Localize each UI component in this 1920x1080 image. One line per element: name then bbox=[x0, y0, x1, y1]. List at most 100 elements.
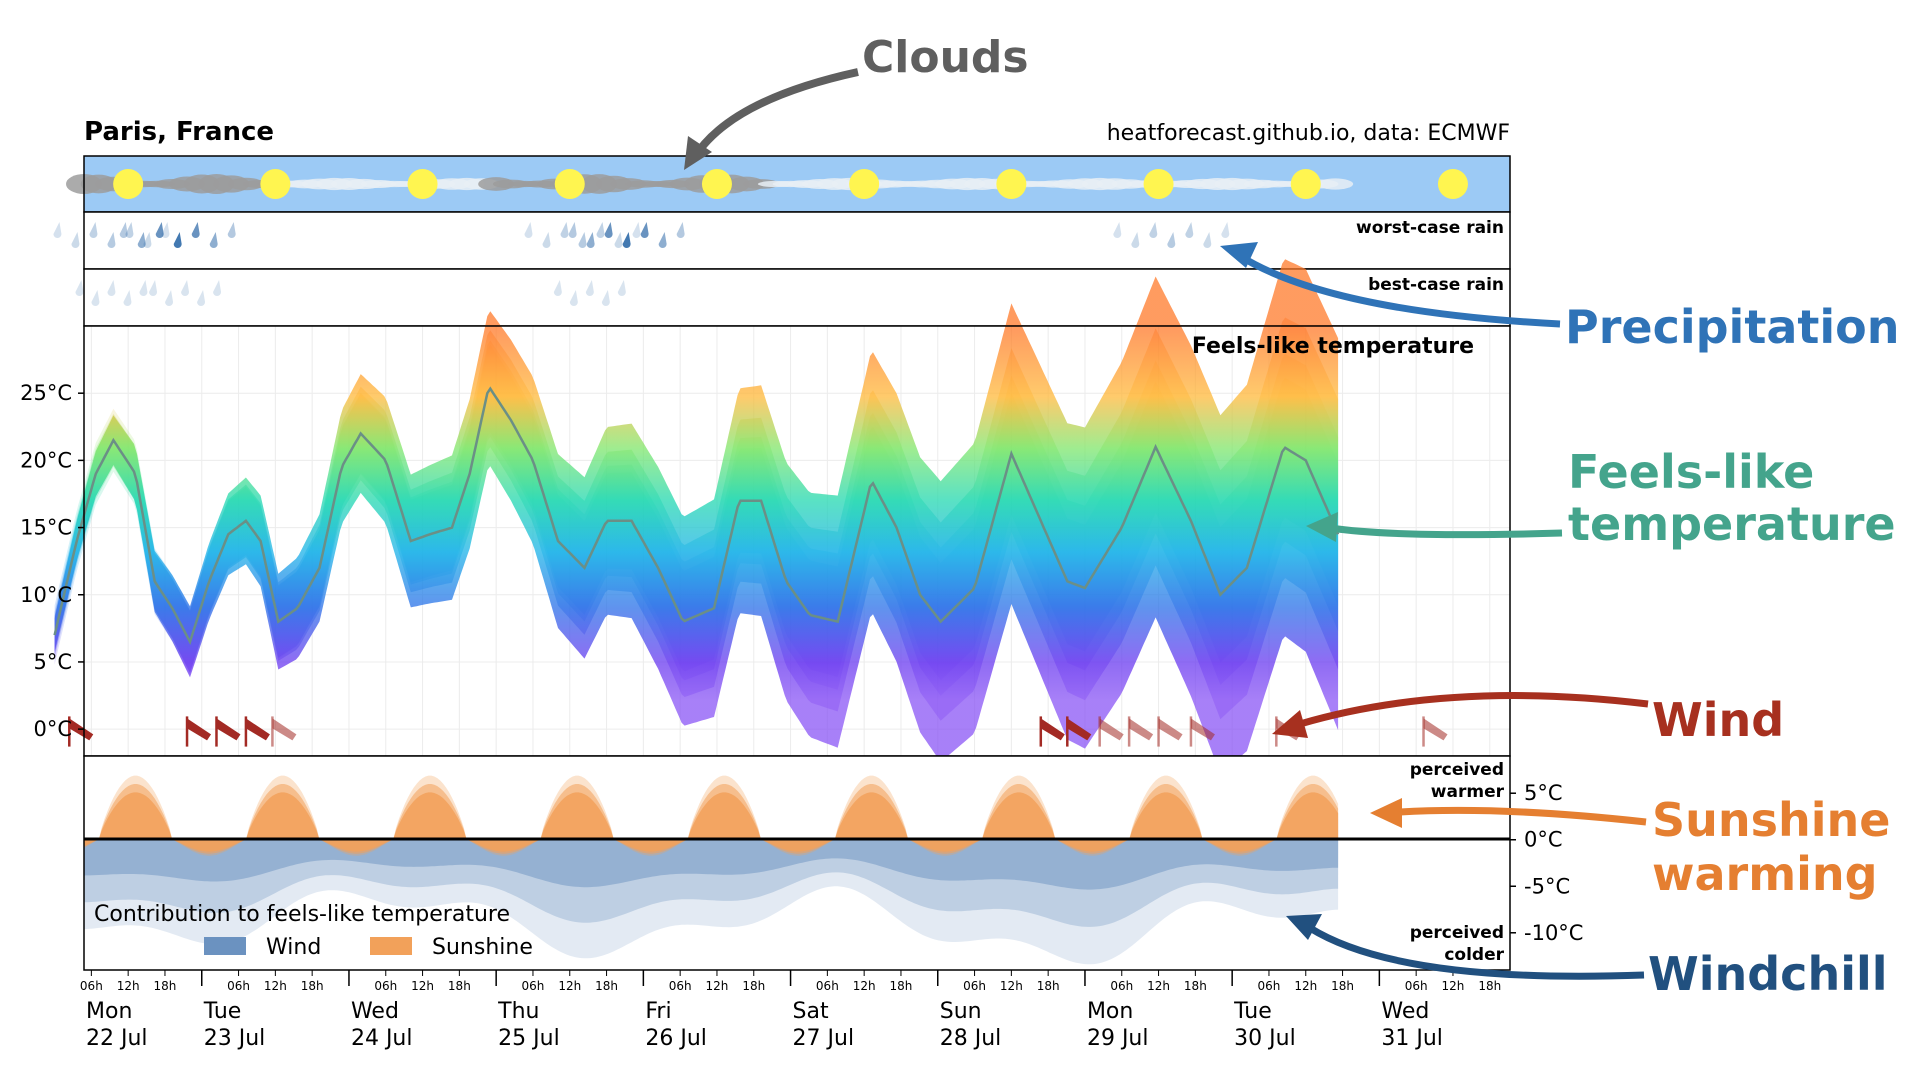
sun-icon bbox=[849, 169, 880, 199]
sun-icon bbox=[1290, 169, 1321, 199]
x-hour-label: 06h bbox=[1110, 979, 1133, 993]
x-hour-label: 18h bbox=[448, 979, 471, 993]
x-date-label: 22 Jul bbox=[86, 1026, 148, 1051]
x-day-label: Thu bbox=[497, 999, 539, 1024]
legend-sunshine-swatch bbox=[370, 937, 412, 955]
sun-icon bbox=[113, 169, 144, 199]
x-hour-label: 18h bbox=[595, 979, 618, 993]
callout-precip: Precipitation bbox=[1565, 300, 1899, 354]
callout-sunshine-1: Sunshine bbox=[1652, 793, 1890, 847]
x-hour-label: 06h bbox=[1405, 979, 1428, 993]
x-day-label: Tue bbox=[203, 999, 242, 1024]
sun-icon bbox=[996, 169, 1027, 199]
x-hour-label: 12h bbox=[411, 979, 434, 993]
x-hour-label: 06h bbox=[80, 979, 103, 993]
arrow-clouds bbox=[690, 68, 859, 161]
y-tick-label: 15°C bbox=[20, 516, 72, 540]
sun-icon bbox=[1143, 169, 1174, 199]
contrib-axis-ticks: 5°C 0°C -5°C -10°C bbox=[1510, 781, 1583, 945]
y-tick-label: 5°C bbox=[33, 650, 72, 674]
y-tick-label: 0°C bbox=[33, 717, 72, 741]
x-date-label: 31 Jul bbox=[1381, 1026, 1443, 1051]
x-day-label: Mon bbox=[86, 999, 132, 1024]
x-hour-label: 12h bbox=[558, 979, 581, 993]
y-tick-label: 10°C bbox=[20, 583, 72, 607]
x-hour-label: 06h bbox=[1258, 979, 1281, 993]
x-date-label: 24 Jul bbox=[351, 1026, 413, 1051]
x-hour-label: 18h bbox=[154, 979, 177, 993]
x-hour-label: 18h bbox=[1184, 979, 1207, 993]
sun-icon bbox=[1437, 169, 1468, 199]
sun-icon bbox=[554, 169, 585, 199]
callout-sunshine-2: warming bbox=[1652, 847, 1878, 901]
x-hour-label: 18h bbox=[301, 979, 324, 993]
x-hour-label: 12h bbox=[117, 979, 140, 993]
x-hour-label: 06h bbox=[522, 979, 545, 993]
colder-label-2: colder bbox=[1444, 945, 1504, 965]
x-hour-label: 12h bbox=[1442, 979, 1465, 993]
rain-drop-icon bbox=[75, 280, 84, 296]
cloud-shape bbox=[1317, 178, 1354, 190]
x-day-label: Fri bbox=[645, 999, 671, 1024]
credit-text: heatforecast.github.io, data: ECMWF bbox=[1107, 121, 1510, 146]
x-date-label: 23 Jul bbox=[204, 1026, 266, 1051]
x-hour-label: 18h bbox=[742, 979, 765, 993]
x-hour-label: 18h bbox=[1331, 979, 1354, 993]
x-hour-label: 12h bbox=[1000, 979, 1023, 993]
y-tick-label: 25°C bbox=[20, 381, 72, 405]
x-date-label: 26 Jul bbox=[645, 1026, 707, 1051]
x-day-label: Wed bbox=[351, 999, 399, 1024]
sun-icon bbox=[701, 169, 732, 199]
x-hour-label: 18h bbox=[1037, 979, 1060, 993]
callout-wind: Wind bbox=[1652, 693, 1784, 747]
x-hour-label: 18h bbox=[1478, 979, 1501, 993]
x-hour-label: 06h bbox=[816, 979, 839, 993]
x-day-label: Tue bbox=[1233, 999, 1272, 1024]
x-day-label: Mon bbox=[1087, 999, 1133, 1024]
x-hour-label: 06h bbox=[963, 979, 986, 993]
legend-sunshine-label: Sunshine bbox=[432, 935, 533, 960]
sun-icon bbox=[407, 169, 438, 199]
legend-wind-swatch bbox=[204, 937, 246, 955]
x-date-label: 28 Jul bbox=[940, 1026, 1002, 1051]
location-title: Paris, France bbox=[84, 117, 274, 147]
sun-icon bbox=[260, 169, 291, 199]
rain-drop-icon bbox=[71, 232, 80, 248]
x-day-label: Sat bbox=[793, 999, 829, 1024]
x-hour-label: 06h bbox=[227, 979, 250, 993]
x-date-label: 25 Jul bbox=[498, 1026, 560, 1051]
x-day-label: Wed bbox=[1381, 999, 1429, 1024]
callout-feels-1: Feels-like bbox=[1568, 445, 1814, 499]
x-date-label: 27 Jul bbox=[793, 1026, 855, 1051]
x-date-label: 29 Jul bbox=[1087, 1026, 1149, 1051]
x-hour-label: 18h bbox=[890, 979, 913, 993]
forecast-chart: Paris, France heatforecast.github.io, da… bbox=[20, 32, 1899, 1051]
rain-drop-icon bbox=[53, 222, 62, 238]
legend-title: Contribution to feels-like temperature bbox=[94, 902, 510, 927]
legend-wind-label: Wind bbox=[266, 935, 321, 960]
x-hour-label: 12h bbox=[1294, 979, 1317, 993]
best-rain-label: best-case rain bbox=[1368, 275, 1504, 295]
x-day-label: Sun bbox=[940, 999, 982, 1024]
x-hour-label: 12h bbox=[853, 979, 876, 993]
contrib-tick-label: 5°C bbox=[1524, 781, 1563, 805]
callout-feels-2: temperature bbox=[1568, 497, 1896, 551]
contrib-tick-label: 0°C bbox=[1524, 828, 1563, 852]
x-hour-label: 12h bbox=[1147, 979, 1170, 993]
contrib-tick-label: -10°C bbox=[1524, 921, 1583, 945]
x-hour-label: 12h bbox=[264, 979, 287, 993]
callout-windchill: Windchill bbox=[1648, 947, 1888, 1001]
worst-rain-panel bbox=[83, 211, 1511, 270]
colder-label-1: perceived bbox=[1410, 923, 1504, 943]
worst-rain-label: worst-case rain bbox=[1356, 218, 1504, 238]
warmer-label-2: warmer bbox=[1431, 782, 1505, 802]
x-hour-label: 06h bbox=[374, 979, 397, 993]
x-hour-label: 12h bbox=[706, 979, 729, 993]
x-axis: 06h 12h 18hMon22 Jul06h 12h 18hTue23 Jul06h 1… bbox=[80, 970, 1501, 1051]
x-hour-label: 06h bbox=[669, 979, 692, 993]
contrib-tick-label: -5°C bbox=[1524, 874, 1570, 898]
x-date-label: 30 Jul bbox=[1234, 1026, 1296, 1051]
y-tick-label: 20°C bbox=[20, 448, 72, 472]
feels-title: Feels-like temperature bbox=[1192, 334, 1474, 359]
callout-clouds: Clouds bbox=[862, 32, 1029, 83]
